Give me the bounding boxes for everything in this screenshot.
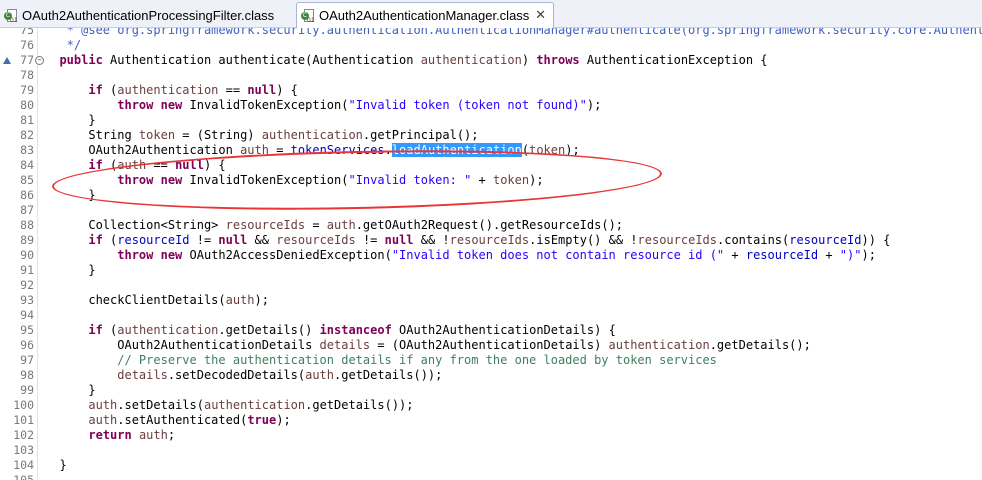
code-line[interactable]: 99 }	[0, 383, 982, 398]
line-number: 103	[13, 443, 34, 457]
code-editor[interactable]: 75 * @see org.springframework.security.a…	[0, 28, 982, 480]
line-number: 105	[13, 473, 34, 480]
editor-tab-bar: C 01 OAuth2AuthenticationProcessingFilter…	[0, 0, 982, 28]
line-number: 76	[20, 38, 34, 52]
line-number: 81	[20, 113, 34, 127]
code-line[interactable]: 79 if (authentication == null) {	[0, 83, 982, 98]
code-line[interactable]: 105	[0, 473, 982, 480]
code-line[interactable]: 89 if (resourceId != null && resourceIds…	[0, 233, 982, 248]
line-number: 104	[13, 458, 34, 472]
code-line[interactable]: 77− public Authentication authenticate(A…	[0, 53, 982, 68]
code-line[interactable]: 97 // Preserve the authentication detail…	[0, 353, 982, 368]
code-text: auth.setAuthenticated(true);	[88, 413, 291, 427]
override-marker-icon[interactable]	[3, 57, 11, 64]
code-line[interactable]: 98 details.setDecodedDetails(auth.getDet…	[0, 368, 982, 383]
code-text: details.setDecodedDetails(auth.getDetail…	[117, 368, 443, 382]
line-number: 97	[20, 353, 34, 367]
line-number: 83	[20, 143, 34, 157]
line-number: 92	[20, 278, 34, 292]
tab-label: OAuth2AuthenticationProcessingFilter.cla…	[22, 8, 275, 23]
code-text: String token = (String) authentication.g…	[45, 128, 479, 142]
code-line[interactable]: 76 */	[0, 38, 982, 53]
code-line[interactable]: 90 throw new OAuth2AccessDeniedException…	[0, 248, 982, 263]
class-file-icon: C 01	[301, 8, 316, 24]
line-number: 99	[20, 383, 34, 397]
code-text: if (authentication.getDetails() instance…	[88, 323, 616, 337]
tab-oauth2-authentication-processing-filter[interactable]: C 01 OAuth2AuthenticationProcessingFilter…	[0, 3, 286, 28]
line-number: 96	[20, 338, 34, 352]
code-line[interactable]: 96 OAuth2AuthenticationDetails details =…	[0, 338, 982, 353]
code-line[interactable]: 75 * @see org.springframework.security.a…	[0, 28, 982, 38]
code-text: if (authentication == null) {	[88, 83, 298, 97]
code-line[interactable]: 82 String token = (String) authenticatio…	[0, 128, 982, 143]
line-number: 90	[20, 248, 34, 262]
code-line[interactable]: 80 throw new InvalidTokenException("Inva…	[0, 98, 982, 113]
line-number: 78	[20, 68, 34, 82]
code-text: Collection<String> resourceIds = auth.ge…	[45, 218, 624, 232]
line-number: 79	[20, 83, 34, 97]
line-number: 95	[20, 323, 34, 337]
line-number: 85	[20, 173, 34, 187]
code-line[interactable]: 93 checkClientDetails(auth);	[0, 293, 982, 308]
line-number: 94	[20, 308, 34, 322]
code-line[interactable]: 100 auth.setDetails(authentication.getDe…	[0, 398, 982, 413]
code-line[interactable]: 95 if (authentication.getDetails() insta…	[0, 323, 982, 338]
code-line[interactable]: 101 auth.setAuthenticated(true);	[0, 413, 982, 428]
line-number: 100	[13, 398, 34, 412]
line-number: 82	[20, 128, 34, 142]
line-number: 88	[20, 218, 34, 232]
code-line[interactable]: 92	[0, 278, 982, 293]
code-text: }	[45, 458, 67, 472]
code-text: * @see org.springframework.security.auth…	[45, 28, 982, 37]
code-text: }	[45, 263, 96, 277]
code-text: return auth;	[88, 428, 176, 442]
fold-toggle-icon[interactable]: −	[35, 56, 44, 65]
line-number: 101	[13, 413, 34, 427]
line-number: 98	[20, 368, 34, 382]
code-text: throw new InvalidTokenException("Invalid…	[117, 98, 602, 112]
line-number: 87	[20, 203, 34, 217]
line-number: 89	[20, 233, 34, 247]
code-text: throw new OAuth2AccessDeniedException("I…	[117, 248, 876, 262]
line-number: 80	[20, 98, 34, 112]
line-number: 93	[20, 293, 34, 307]
code-text: }	[45, 383, 96, 397]
code-line[interactable]: 78	[0, 68, 982, 83]
code-line[interactable]: 81 }	[0, 113, 982, 128]
code-line[interactable]: 104 }	[0, 458, 982, 473]
tab-oauth2-authentication-manager[interactable]: C 01 OAuth2AuthenticationManager.class ✕	[296, 2, 554, 28]
code-line[interactable]: 102 return auth;	[0, 428, 982, 443]
code-text: }	[45, 113, 96, 127]
code-line[interactable]: 103	[0, 443, 982, 458]
tab-label: OAuth2AuthenticationManager.class	[319, 8, 530, 23]
code-text: if (resourceId != null && resourceIds !=…	[88, 233, 891, 247]
code-text: checkClientDetails(auth);	[45, 293, 269, 307]
close-icon[interactable]: ✕	[535, 7, 546, 23]
code-text: // Preserve the authentication details i…	[117, 353, 717, 367]
code-text: public Authentication authenticate(Authe…	[59, 53, 768, 67]
code-text: auth.setDetails(authentication.getDetail…	[88, 398, 414, 412]
line-number: 86	[20, 188, 34, 202]
code-line[interactable]: 88 Collection<String> resourceIds = auth…	[0, 218, 982, 233]
code-text: OAuth2AuthenticationDetails details = (O…	[45, 338, 811, 352]
code-line[interactable]: 91 }	[0, 263, 982, 278]
code-line[interactable]: 94	[0, 308, 982, 323]
line-number: 84	[20, 158, 34, 172]
line-number: 75	[20, 28, 34, 37]
line-number: 102	[13, 428, 34, 442]
code-text: */	[45, 38, 82, 52]
class-file-icon: C 01	[4, 8, 19, 24]
line-number: 91	[20, 263, 34, 277]
